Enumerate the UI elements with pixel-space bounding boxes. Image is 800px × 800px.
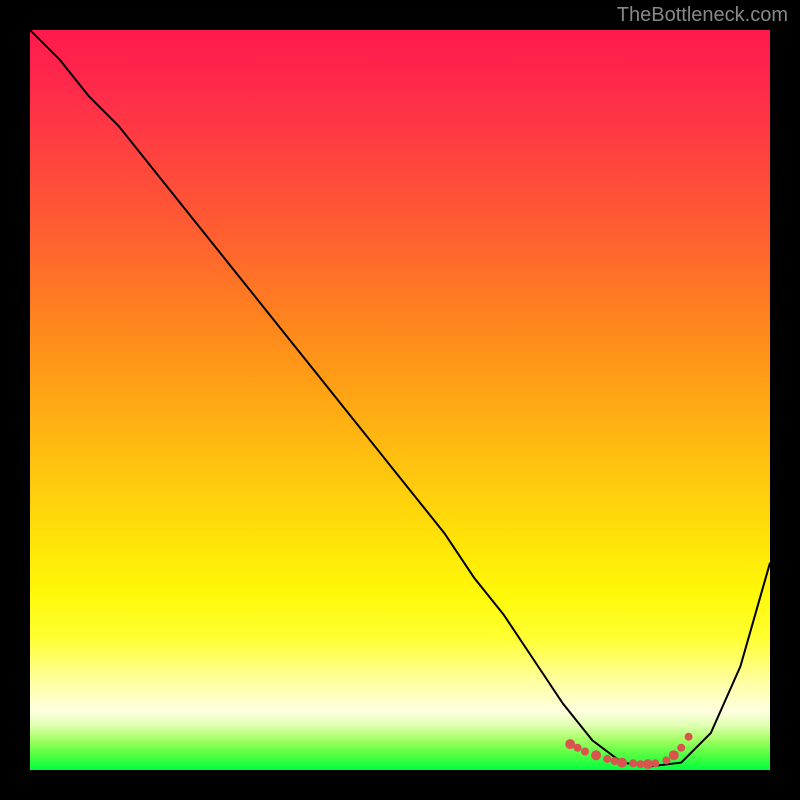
highlight-dot (591, 750, 601, 760)
highlight-dot (669, 750, 679, 760)
highlight-dot (574, 744, 582, 752)
highlight-dot (581, 748, 589, 756)
highlight-dot (629, 759, 637, 767)
highlight-dot (617, 758, 627, 768)
watermark-text: TheBottleneck.com (617, 4, 788, 27)
highlight-dot (685, 733, 693, 741)
highlight-dot (677, 744, 685, 752)
highlight-dot (662, 756, 670, 764)
highlight-dot (603, 755, 611, 763)
chart-svg (30, 30, 770, 770)
main-curve-line (30, 30, 770, 766)
plot-area (30, 30, 770, 770)
highlight-dot (651, 759, 659, 767)
